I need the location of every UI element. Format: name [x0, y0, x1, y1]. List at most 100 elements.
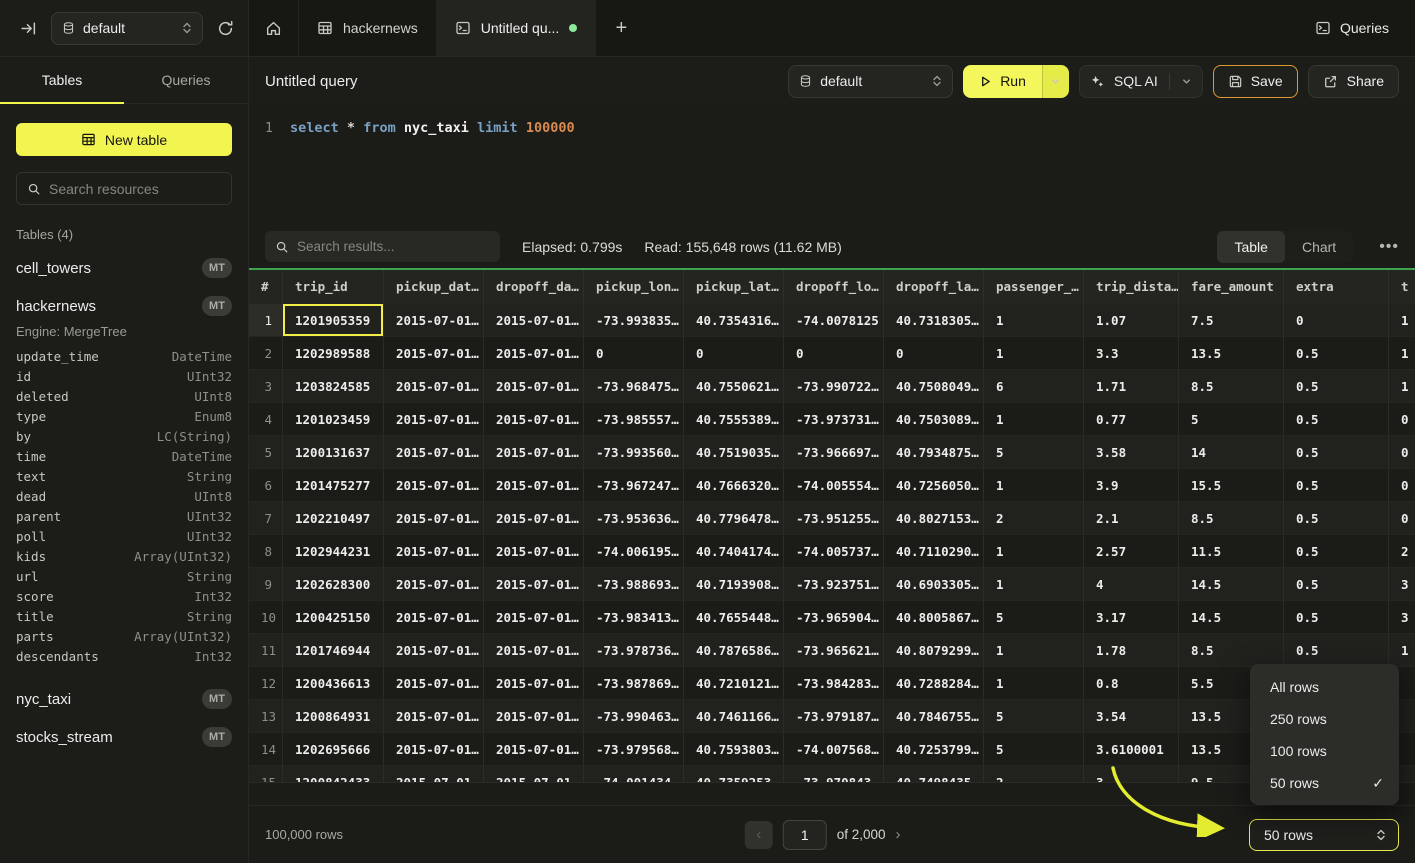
search-results-input[interactable] [297, 239, 490, 254]
column-header[interactable]: dropoff_da… [484, 270, 584, 304]
column-header[interactable]: # [249, 270, 283, 304]
column-header[interactable]: passenger_… [984, 270, 1084, 304]
data-cell[interactable]: 40.8027153… [884, 502, 984, 535]
data-cell[interactable]: 1 [1389, 634, 1415, 667]
data-cell[interactable]: 2015-07-01… [384, 304, 484, 337]
data-cell[interactable]: 40.7550621… [684, 370, 784, 403]
data-cell[interactable]: -73.951255… [784, 502, 884, 535]
data-cell[interactable]: 1200436613 [283, 667, 384, 700]
data-cell[interactable]: 4 [1084, 568, 1179, 601]
column-header[interactable]: fare_amount [1179, 270, 1284, 304]
topbar-database-selector[interactable]: default [51, 12, 203, 45]
column-header[interactable]: pickup_lon… [584, 270, 684, 304]
data-cell[interactable]: -73.979187… [784, 700, 884, 733]
page-size-selector[interactable]: 50 rows [1249, 819, 1399, 851]
data-cell[interactable]: 3.54 [1084, 700, 1179, 733]
column-header[interactable]: extra [1284, 270, 1389, 304]
data-cell[interactable]: -74.001434 [584, 766, 684, 783]
data-cell[interactable]: 40.7593803… [684, 733, 784, 766]
data-cell[interactable]: 2015-07-01… [384, 436, 484, 469]
data-cell[interactable]: 1202628300 [283, 568, 384, 601]
column-header[interactable]: trip_id [283, 270, 384, 304]
data-cell[interactable]: 40.7796478… [684, 502, 784, 535]
data-cell[interactable]: 3.58 [1084, 436, 1179, 469]
data-cell[interactable]: 2015-07-01 [484, 766, 584, 783]
data-cell[interactable]: -73.990722… [784, 370, 884, 403]
data-cell[interactable]: 2015-07-01… [484, 568, 584, 601]
data-cell[interactable]: 1203824585 [283, 370, 384, 403]
data-cell[interactable]: 11.5 [1179, 535, 1284, 568]
data-cell[interactable]: 0 [1389, 436, 1415, 469]
data-cell[interactable]: -73.988693… [584, 568, 684, 601]
data-cell[interactable]: 40.7508049… [884, 370, 984, 403]
data-cell[interactable]: 0.77 [1084, 403, 1179, 436]
data-cell[interactable]: 5 [984, 436, 1084, 469]
refresh-icon[interactable] [217, 20, 234, 37]
data-cell[interactable]: 40.7461166… [684, 700, 784, 733]
data-cell[interactable]: 13.5 [1179, 337, 1284, 370]
data-cell[interactable]: -73.967247… [584, 469, 684, 502]
data-cell[interactable]: 0.5 [1284, 568, 1389, 601]
page-size-option[interactable]: 50 rows ✓ [1250, 767, 1399, 799]
page-number-input[interactable] [783, 820, 827, 850]
tab-hackernews[interactable]: hackernews [299, 0, 437, 56]
run-button[interactable]: Run [963, 65, 1042, 98]
column-header[interactable]: dropoff_la… [884, 270, 984, 304]
prev-page-button[interactable]: ‹ [745, 821, 773, 849]
data-cell[interactable]: 2015-07-01… [384, 700, 484, 733]
data-cell[interactable]: 1 [984, 535, 1084, 568]
data-cell[interactable]: 0.5 [1284, 601, 1389, 634]
data-cell[interactable]: 40.7655448… [684, 601, 784, 634]
data-cell[interactable]: 1 [984, 337, 1084, 370]
data-cell[interactable]: 3.17 [1084, 601, 1179, 634]
data-cell[interactable]: 2015-07-01… [484, 667, 584, 700]
data-cell[interactable]: 1 [984, 634, 1084, 667]
data-cell[interactable]: 3 [1084, 766, 1179, 783]
data-cell[interactable]: 0 [1389, 502, 1415, 535]
data-cell[interactable]: -73.993560… [584, 436, 684, 469]
data-cell[interactable]: 2 [984, 766, 1084, 783]
data-cell[interactable]: 7.5 [1179, 304, 1284, 337]
data-cell[interactable]: 2015-07-01 [384, 766, 484, 783]
data-cell[interactable]: 1201023459 [283, 403, 384, 436]
data-cell[interactable]: 2.57 [1084, 535, 1179, 568]
sql-editor[interactable]: 1 select * from nyc_taxi limit 100000 [249, 105, 1415, 225]
data-cell[interactable]: 0.5 [1284, 634, 1389, 667]
data-cell[interactable]: -73.965621… [784, 634, 884, 667]
data-cell[interactable]: 2 [1389, 535, 1415, 568]
data-cell[interactable]: 1 [1389, 370, 1415, 403]
data-cell[interactable]: 3.3 [1084, 337, 1179, 370]
data-cell[interactable]: 1201905359 [283, 304, 384, 337]
data-cell[interactable]: 2015-07-01… [384, 535, 484, 568]
next-page-button[interactable]: › [896, 826, 901, 843]
data-cell[interactable]: 0 [1284, 304, 1389, 337]
data-cell[interactable]: 2015-07-01… [484, 469, 584, 502]
queries-button[interactable]: Queries [1303, 0, 1415, 56]
data-cell[interactable]: 1200131637 [283, 436, 384, 469]
data-cell[interactable]: 40.7519035… [684, 436, 784, 469]
data-cell[interactable]: 2015-07-01… [384, 667, 484, 700]
data-cell[interactable]: 40.7288284… [884, 667, 984, 700]
data-cell[interactable]: 0.5 [1284, 370, 1389, 403]
data-cell[interactable]: 40.8005867… [884, 601, 984, 634]
data-cell[interactable]: -73.966697… [784, 436, 884, 469]
data-cell[interactable]: -73.978736… [584, 634, 684, 667]
data-cell[interactable]: 1200842433 [283, 766, 384, 783]
data-cell[interactable]: 3 [1389, 568, 1415, 601]
data-cell[interactable]: 0.5 [1284, 469, 1389, 502]
data-cell[interactable]: 40.7110290… [884, 535, 984, 568]
data-cell[interactable]: -74.006195… [584, 535, 684, 568]
data-cell[interactable]: -73.987869… [584, 667, 684, 700]
data-cell[interactable]: -73.970843 [784, 766, 884, 783]
data-cell[interactable]: 40.7253799… [884, 733, 984, 766]
data-cell[interactable]: 1201746944 [283, 634, 384, 667]
data-cell[interactable]: -73.968475… [584, 370, 684, 403]
data-cell[interactable]: 2015-07-01… [384, 601, 484, 634]
data-cell[interactable]: -73.979568… [584, 733, 684, 766]
data-cell[interactable]: 15.5 [1179, 469, 1284, 502]
column-header[interactable]: t [1389, 270, 1415, 304]
data-cell[interactable]: 2015-07-01… [484, 535, 584, 568]
data-cell[interactable]: 2015-07-01… [484, 436, 584, 469]
data-cell[interactable]: 40.7256050… [884, 469, 984, 502]
data-cell[interactable]: 40.7318305… [884, 304, 984, 337]
